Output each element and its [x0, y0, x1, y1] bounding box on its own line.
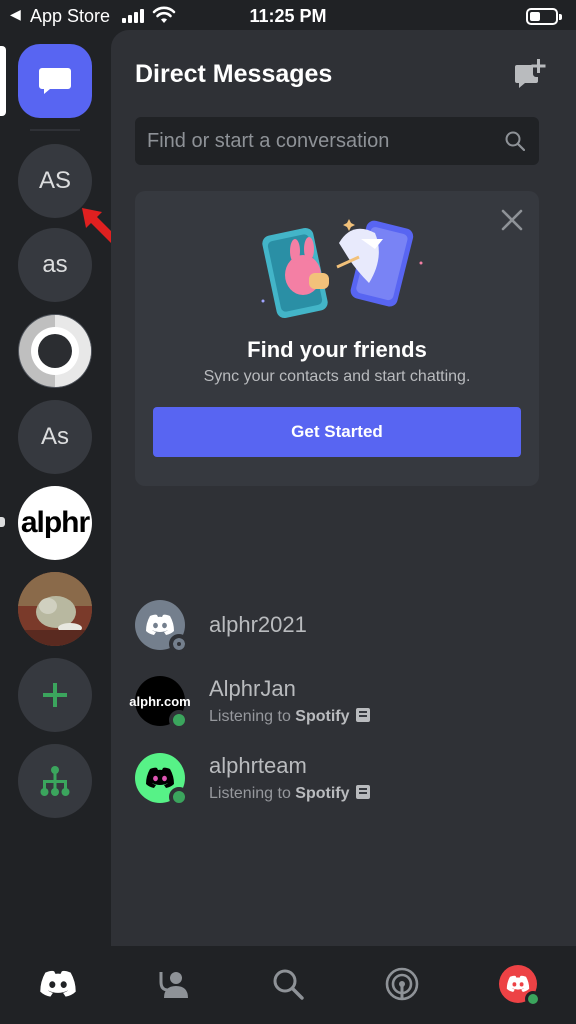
server-as-3[interactable]: As	[18, 400, 92, 474]
online-status-icon	[169, 710, 189, 730]
search-input[interactable]: Find or start a conversation	[135, 117, 539, 165]
close-icon[interactable]	[501, 209, 523, 231]
dm-list-item[interactable]: alphr2021	[135, 600, 555, 660]
battery-icon	[526, 8, 562, 25]
server-photo[interactable]	[18, 572, 92, 646]
new-dm-icon[interactable]	[514, 58, 546, 90]
get-started-button[interactable]: Get Started	[153, 407, 521, 457]
activity-details-icon	[355, 785, 370, 799]
card-title: Find your friends	[247, 337, 427, 362]
unread-indicator	[0, 517, 5, 527]
dm-username: alphrteam	[209, 753, 307, 778]
tab-home[interactable]	[38, 964, 78, 1004]
dm-activity: Listening to Spotify	[209, 708, 370, 726]
search-icon	[505, 131, 525, 151]
server-rail: AS as As alphr	[0, 34, 120, 946]
tab-search[interactable]	[268, 964, 308, 1004]
dm-activity: Listening to Spotify	[209, 785, 370, 803]
avatar-text: alphr.com	[129, 693, 191, 709]
dm-list-item[interactable]: alphrteam Listening to Spotify	[135, 753, 555, 813]
direct-messages-panel: Direct Messages Find or start a conversa…	[111, 30, 576, 946]
dm-username: AlphrJan	[209, 676, 296, 701]
mentions-icon	[385, 967, 419, 1001]
server-as-2[interactable]: as	[18, 228, 92, 302]
server-alphr[interactable]: alphr	[18, 486, 92, 560]
tab-friends[interactable]	[154, 964, 194, 1004]
page-title: Direct Messages	[135, 60, 333, 88]
card-subtitle: Sync your contacts and start chatting.	[203, 368, 471, 385]
server-initials: As	[40, 423, 69, 450]
find-friends-illustration	[261, 219, 423, 318]
friends-icon	[159, 972, 188, 998]
server-ring[interactable]	[18, 314, 92, 388]
dm-username: alphr2021	[209, 612, 307, 637]
search-placeholder: Find or start a conversation	[147, 130, 390, 152]
direct-messages-button[interactable]	[18, 44, 92, 118]
profile-avatar	[499, 965, 541, 1007]
online-status-icon	[525, 991, 541, 1007]
explore-icon	[40, 766, 70, 796]
profile-icon	[506, 975, 530, 992]
discord-logo-icon	[146, 614, 174, 635]
status-bar: ◀ App Store 11:25 PM	[0, 0, 576, 34]
dm-list-item[interactable]: alphr.com AlphrJan Listening to Spotify	[129, 676, 555, 736]
discord-logo-icon	[40, 970, 76, 997]
discord-logo-icon	[146, 767, 174, 788]
clock: 11:25 PM	[249, 6, 327, 26]
find-friends-card: Find your friends Sync your contacts and…	[135, 191, 539, 486]
ring-logo-icon	[19, 315, 91, 387]
chat-bubble-icon	[39, 68, 71, 94]
add-server-button[interactable]	[18, 658, 92, 732]
server-photo-icon	[18, 572, 92, 646]
activity-details-icon	[355, 708, 370, 722]
server-initials: as	[42, 251, 68, 278]
search-icon	[273, 969, 304, 1000]
tab-profile[interactable]	[498, 964, 541, 1007]
server-initials: AS	[38, 167, 71, 194]
add-server-icon	[43, 683, 67, 707]
online-status-icon	[169, 787, 189, 807]
rail-separator	[30, 129, 80, 131]
bottom-nav	[0, 946, 576, 1024]
offline-status-icon	[169, 634, 189, 654]
explore-servers-button[interactable]	[18, 744, 92, 818]
selected-indicator	[0, 46, 6, 116]
tab-mentions[interactable]	[382, 964, 422, 1004]
server-name: alphr	[20, 506, 90, 539]
